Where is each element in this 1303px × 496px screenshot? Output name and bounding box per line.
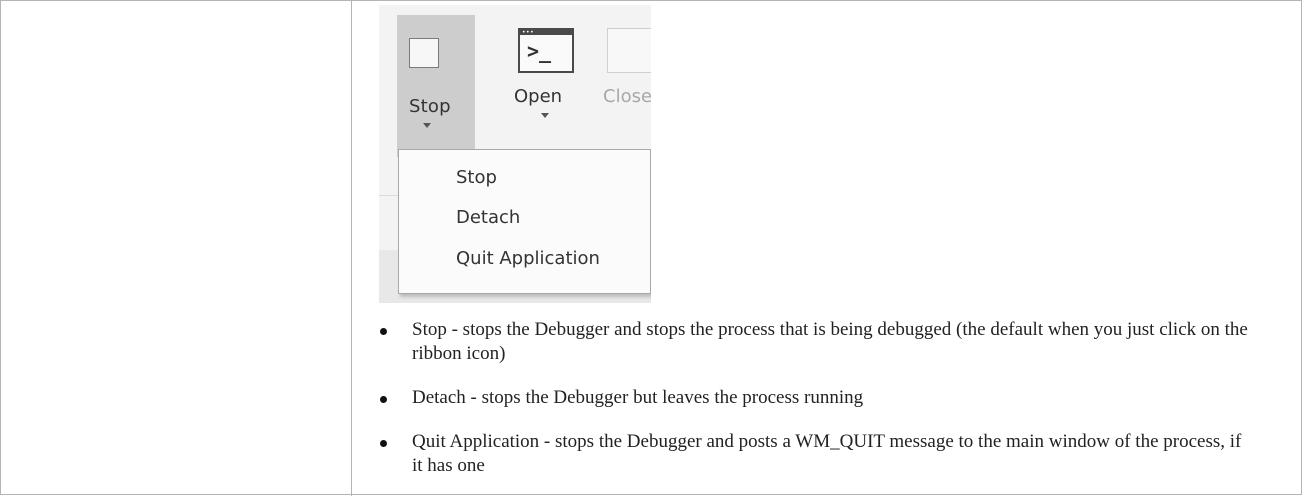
- menu-item-detach[interactable]: Detach: [456, 207, 520, 228]
- close-button-label: Close: [603, 86, 651, 107]
- stop-dropdown-menu: Stop Detach Quit Application: [398, 149, 651, 294]
- bullet-icon: [380, 396, 387, 403]
- open-button-label[interactable]: Open: [514, 86, 562, 107]
- window-dots: •••: [522, 29, 535, 36]
- chevron-down-icon[interactable]: [541, 113, 549, 118]
- column-divider: [351, 1, 352, 496]
- close-button-icon: [607, 28, 651, 73]
- stop-button-label: Stop: [409, 96, 451, 117]
- stop-button[interactable]: Stop: [397, 15, 475, 157]
- menu-item-stop[interactable]: Stop: [456, 167, 497, 188]
- bullet-text: Stop - stops the Debugger and stops the …: [412, 319, 1248, 364]
- ribbon-screenshot: Stop ••• >_ Open Close Stop Detach Quit …: [379, 5, 651, 303]
- console-prompt: >_: [527, 39, 552, 63]
- bullet-icon: [380, 440, 387, 447]
- stop-square-icon: [409, 38, 439, 68]
- menu-item-quit-application[interactable]: Quit Application: [456, 248, 600, 269]
- bullet-icon: [380, 328, 387, 335]
- document-table: [0, 0, 1302, 496]
- console-window-icon[interactable]: ••• >_: [518, 28, 574, 73]
- bullet-text: Detach - stops the Debugger but leaves t…: [412, 387, 864, 408]
- chevron-down-icon[interactable]: [423, 123, 431, 128]
- bullet-text: Quit Application - stops the Debugger an…: [412, 431, 1242, 476]
